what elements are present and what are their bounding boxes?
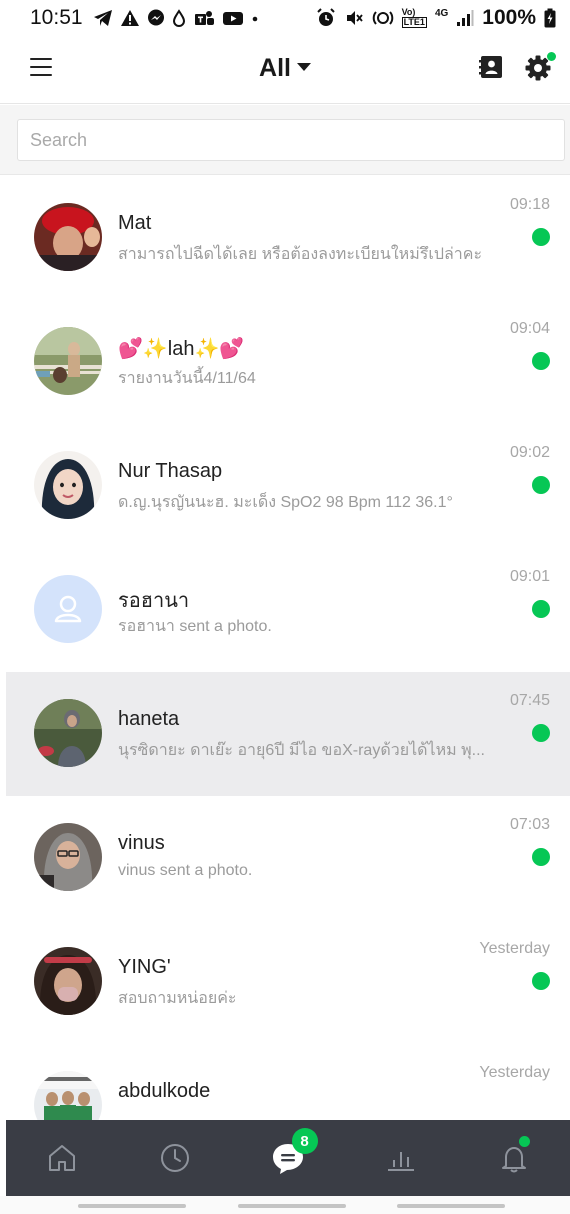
chat-preview: สามารถไปฉีดได้เลย หรือต้องลงทะเบียนใหม่ร… [118,246,483,263]
nfc-icon [372,11,393,25]
chat-time: 09:18 [509,196,550,213]
nav-notifications[interactable] [457,1120,570,1196]
system-icons: Vo) LTE1 4G 100% [316,6,556,30]
unread-indicator [532,476,550,494]
status-time: 10:51 [30,6,83,29]
chat-row-abdulkode[interactable]: abdulkode Yesterday [6,1044,570,1120]
chat-row-vinus[interactable]: vinus vinus sent a photo. 07:03 [6,796,570,920]
dot-icon [252,16,257,22]
app-header: All [0,36,570,104]
avatar [34,823,102,891]
volte-icon: Vo) LTE1 [401,7,427,28]
chat-time: 09:01 [509,568,550,585]
alarm-icon [316,8,335,26]
battery-percent: 100% [482,6,536,29]
nav-stats[interactable] [344,1120,457,1196]
chat-row-nur-thasap[interactable]: Nur Thasap ด.ญ.นุรญันนะฮ. มะเด็ง SpO2 98… [6,424,570,548]
chat-name: รอฮานา [118,590,190,612]
unread-indicator [532,600,550,618]
chat-preview: นุรซิดายะ ดาเย๊ะ อายุ6ปี มีไอ ขอX-rayด้ว… [118,742,485,759]
page-title: All [259,54,291,82]
clock-icon [161,1144,190,1172]
chat-preview: รอฮานา sent a photo. [118,618,272,635]
network-type: 4G [434,7,449,19]
messenger-icon [147,9,164,26]
chat-name: Nur Thasap [118,460,223,482]
lte-label: LTE1 [401,17,427,28]
chat-row-lah[interactable]: 💕✨lah✨💕 รายงานวันนี้4/11/64 09:04 [6,300,570,424]
gesture-pill-right[interactable] [397,1204,505,1208]
chat-name: Mat [118,212,152,234]
search-bar [0,105,570,175]
unread-indicator [532,848,550,866]
contacts-icon[interactable] [478,54,504,80]
avatar [34,203,102,271]
default-avatar-icon [34,575,102,643]
battery-icon [544,8,556,28]
chat-name: haneta [118,708,180,730]
teams-icon [194,11,214,25]
search-input[interactable] [17,119,565,161]
chat-time: Yesterday [479,940,550,957]
avatar [34,451,102,519]
drop-icon [172,9,185,27]
avatar [34,327,102,395]
chat-preview: vinus sent a photo. [118,862,253,879]
signal-icon [457,10,474,26]
chat-unread-badge: 8 [291,1128,318,1154]
stats-icon [387,1152,414,1171]
nav-chats[interactable]: 8 [232,1120,345,1196]
notification-icons [93,9,259,27]
chat-list: Mat สามารถไปฉีดได้เลย หรือต้องลงทะเบียนใ… [0,176,570,1120]
home-icon [49,1145,76,1171]
chat-row-ying[interactable]: YING' สอบถามหน่อยค่ะ Yesterday [6,920,570,1044]
chat-row-mat[interactable]: Mat สามารถไปฉีดได้เลย หรือต้องลงทะเบียนใ… [6,176,570,300]
chat-name: vinus [118,832,165,854]
chat-preview: รายงานวันนี้4/11/64 [118,370,256,387]
chat-row-rohana[interactable]: รอฮานา รอฮานา sent a photo. 09:01 [6,548,570,672]
chat-name: abdulkode [118,1080,211,1102]
chat-time: 07:03 [509,816,550,833]
avatar [34,1071,102,1120]
caret-down-icon [296,63,311,72]
unread-indicator [532,724,550,742]
avatar [34,947,102,1015]
gesture-pill-left[interactable] [78,1204,186,1208]
chat-preview: สอบถามหน่อยค่ะ [118,990,237,1007]
chat-time: 07:45 [509,692,550,709]
youtube-icon [222,12,243,25]
settings-notification-dot [547,52,556,61]
chat-time: 09:04 [509,320,550,337]
nav-home[interactable] [6,1120,119,1196]
avatar [34,699,102,767]
gesture-pill-center[interactable] [238,1204,346,1208]
gesture-bar [0,1196,570,1214]
chat-row-haneta[interactable]: haneta นุรซิดายะ ดาเย๊ะ อายุ6ปี มีไอ ขอX… [6,672,570,796]
chat-preview: ด.ญ.นุรญันนะฮ. มะเด็ง SpO2 98 Bpm 112 36… [118,494,453,511]
warning-icon [120,10,139,26]
unread-indicator [532,228,550,246]
unread-indicator [532,352,550,370]
chat-name: YING' [118,956,171,978]
status-bar: 10:51 Vo) LTE1 4G 100% [0,0,570,36]
mute-icon [346,11,363,25]
unread-indicator [532,972,550,990]
chat-time: 09:02 [509,444,550,461]
chat-time: Yesterday [479,1064,550,1081]
bottom-nav: 8 [6,1120,570,1196]
nav-timeline[interactable] [119,1120,232,1196]
chat-name: 💕✨lah✨💕 [118,338,245,360]
telegram-icon [93,10,112,26]
